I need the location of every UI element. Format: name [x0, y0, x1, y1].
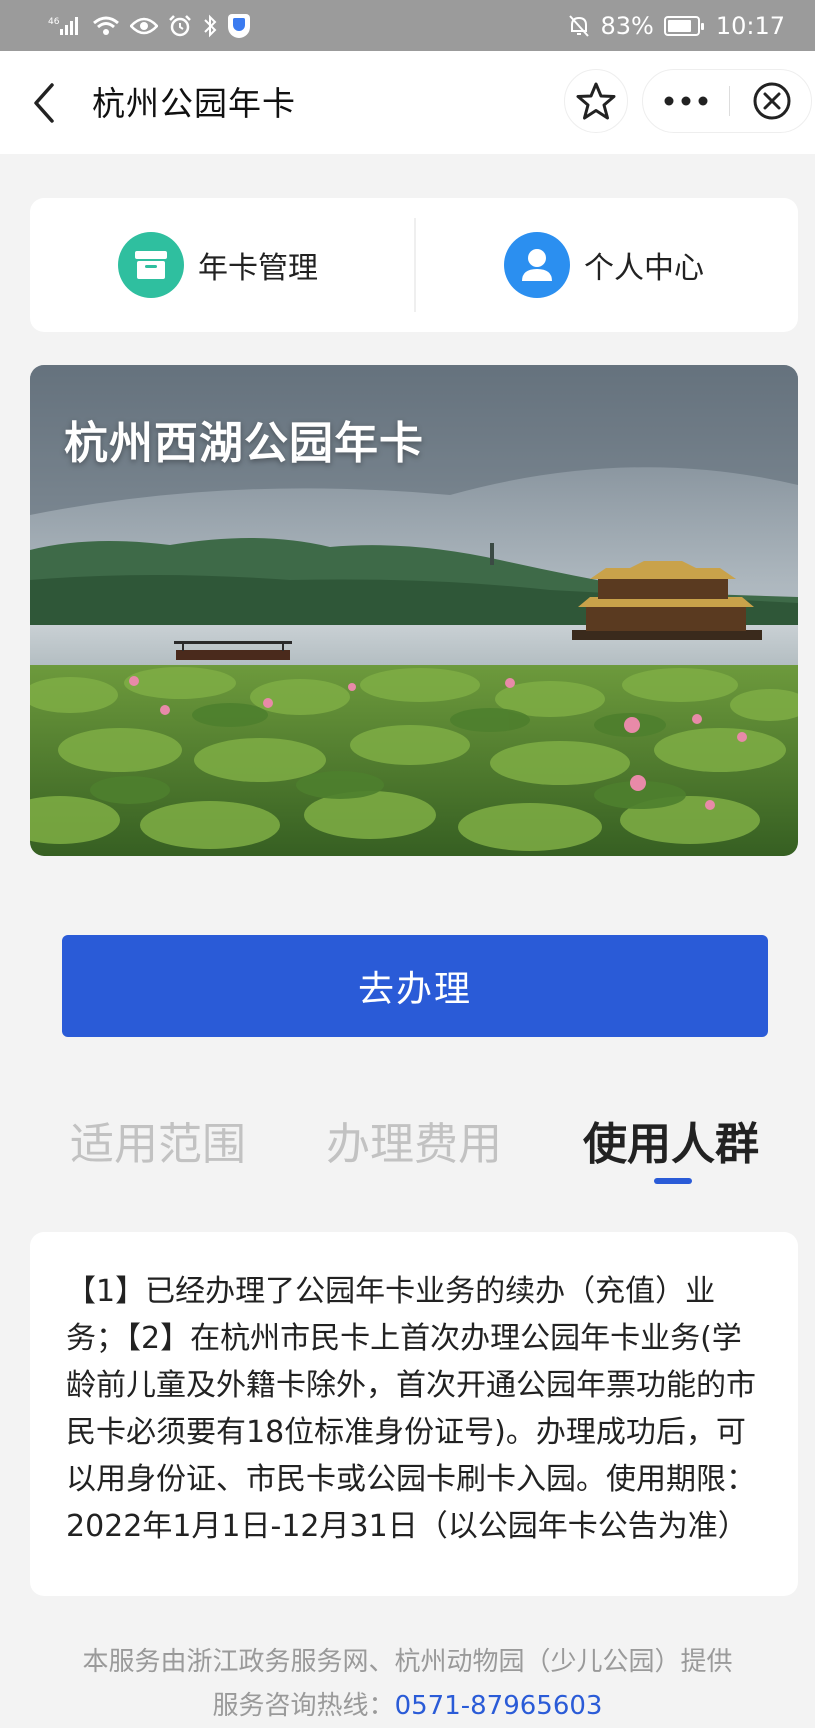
signal-icon: 46 [48, 15, 82, 37]
star-icon [576, 82, 616, 120]
footer-hotline-label: 服务咨询热线： [212, 1691, 395, 1721]
small-boat [174, 641, 292, 660]
footer-hotline-number[interactable]: 0571-87965603 [395, 1691, 603, 1721]
tab-fees[interactable]: 办理费用 [326, 1108, 502, 1172]
footer-provider: 本服务由浙江政务服务网、杭州动物园（少儿公园）提供 [82, 1647, 733, 1677]
svg-text:46: 46 [48, 17, 60, 27]
capsule-divider [729, 86, 730, 116]
footer-hotline-row: 服务咨询热线：0571-87965603 [0, 1684, 815, 1728]
mini-app-capsule [642, 69, 812, 133]
quick-nav-card: 年卡管理 个人中心 [30, 198, 798, 332]
mute-bell-icon [568, 14, 590, 38]
footer: 本服务由浙江政务服务网、杭州动物园（少儿公园）提供 服务咨询热线：0571-87… [0, 1640, 815, 1728]
back-icon[interactable] [28, 81, 68, 125]
status-bar: 46 83% 10:17 [0, 0, 815, 51]
more-button[interactable] [643, 70, 729, 132]
favorite-button[interactable] [564, 69, 628, 133]
apply-button[interactable]: 去办理 [62, 935, 768, 1037]
battery-percent: 83% [600, 11, 654, 40]
status-right: 83% 10:17 [568, 12, 785, 40]
card-manage-icon [118, 232, 184, 298]
nav-divider [414, 218, 416, 312]
nav-card-management[interactable]: 年卡管理 [118, 198, 318, 332]
more-icon [664, 96, 708, 106]
tab-users[interactable]: 使用人群 [583, 1108, 759, 1172]
content-card: 【1】已经办理了公园年卡业务的续办（充值）业务；【2】在杭州市民卡上首次办理公园… [30, 1232, 798, 1596]
shield-icon [228, 13, 250, 38]
wifi-icon [92, 15, 120, 37]
tab-scope[interactable]: 适用范围 [70, 1108, 246, 1172]
nav-label-personal-center: 个人中心 [584, 251, 704, 286]
content-text: 【1】已经办理了公园年卡业务的续办（充值）业务；【2】在杭州市民卡上首次办理公园… [66, 1274, 756, 1544]
app-header: 杭州公园年卡 [0, 51, 815, 154]
info-tabs: 适用范围 办理费用 使用人群 [0, 1100, 815, 1184]
eye-icon [130, 16, 158, 36]
clock: 10:17 [715, 11, 785, 40]
banner-image: 杭州西湖公园年卡 [30, 365, 798, 856]
alarm-icon [168, 14, 192, 37]
page-title: 杭州公园年卡 [92, 84, 296, 123]
close-button[interactable] [739, 70, 805, 132]
bluetooth-icon [202, 14, 218, 38]
nav-label-card-management: 年卡管理 [198, 251, 318, 286]
banner-title: 杭州西湖公园年卡 [64, 418, 424, 469]
battery-icon [663, 15, 704, 36]
status-left: 46 [48, 13, 250, 38]
nav-personal-center[interactable]: 个人中心 [504, 198, 704, 332]
tab-active-indicator [654, 1178, 692, 1184]
user-icon [504, 232, 570, 298]
close-icon [753, 82, 791, 120]
